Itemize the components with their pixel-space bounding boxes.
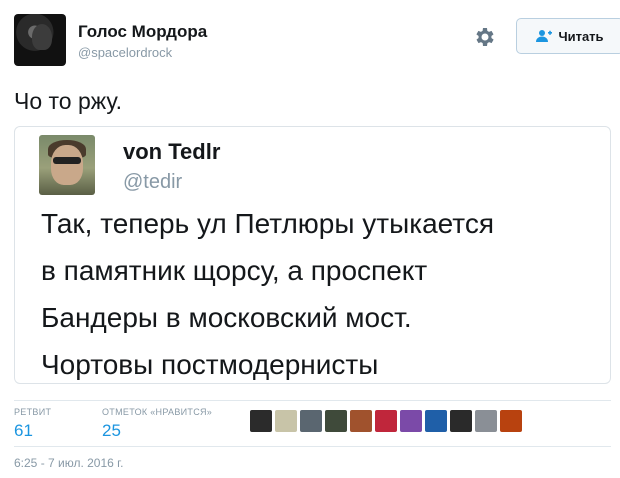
likers-avatars	[250, 410, 522, 432]
author-handle[interactable]: @spacelordrock	[78, 45, 172, 60]
retweet-stat[interactable]: РЕТВИТ 61	[14, 407, 51, 441]
liker-avatar[interactable]	[475, 410, 497, 432]
liker-avatar[interactable]	[325, 410, 347, 432]
like-stat[interactable]: ОТМЕТОК «НРАВИТСЯ» 25	[102, 407, 212, 441]
tweet-text: Чо то ржу.	[14, 88, 122, 114]
liker-avatar[interactable]	[300, 410, 322, 432]
follow-button[interactable]: Читать	[516, 18, 620, 54]
divider	[14, 446, 611, 447]
tweet-header: Голос Мордора @spacelordrock Читать	[14, 14, 620, 66]
liker-avatar[interactable]	[400, 410, 422, 432]
quoted-author-name: von Tedlr	[123, 139, 221, 164]
quoted-line: Так, теперь ул Петлюры утыкается	[41, 208, 494, 239]
gear-icon[interactable]	[472, 25, 496, 49]
liker-avatar[interactable]	[375, 410, 397, 432]
quoted-author-avatar	[39, 135, 95, 195]
like-label: ОТМЕТОК «НРАВИТСЯ»	[102, 407, 213, 417]
tweet-stats: РЕТВИТ 61 ОТМЕТОК «НРАВИТСЯ» 25	[14, 400, 611, 446]
follow-button-label: Читать	[558, 28, 604, 44]
liker-avatar[interactable]	[450, 410, 472, 432]
follow-icon	[536, 30, 553, 42]
author-avatar[interactable]	[14, 14, 66, 66]
liker-avatar[interactable]	[425, 410, 447, 432]
like-count: 25	[102, 421, 121, 440]
retweet-label: РЕТВИТ	[14, 407, 52, 417]
tweet-timestamp[interactable]: 6:25 - 7 июл. 2016 г.	[14, 456, 123, 470]
liker-avatar[interactable]	[250, 410, 272, 432]
liker-avatar[interactable]	[275, 410, 297, 432]
quoted-line: Чортовы постмодернисты	[41, 349, 379, 380]
quoted-author-handle: @tedir	[123, 171, 183, 193]
quoted-tweet-text: Так, теперь ул Петлюры утыкается в памят…	[41, 200, 610, 383]
quoted-line: в памятник щорсу, а проспект	[41, 255, 428, 286]
retweet-count: 61	[14, 421, 33, 440]
quoted-tweet[interactable]: von Tedlr @tedir Так, теперь ул Петлюры …	[14, 126, 611, 384]
liker-avatar[interactable]	[350, 410, 372, 432]
liker-avatar[interactable]	[500, 410, 522, 432]
quoted-line: Бандеры в московский мост.	[41, 302, 412, 333]
author-name[interactable]: Голос Мордора	[78, 22, 207, 42]
